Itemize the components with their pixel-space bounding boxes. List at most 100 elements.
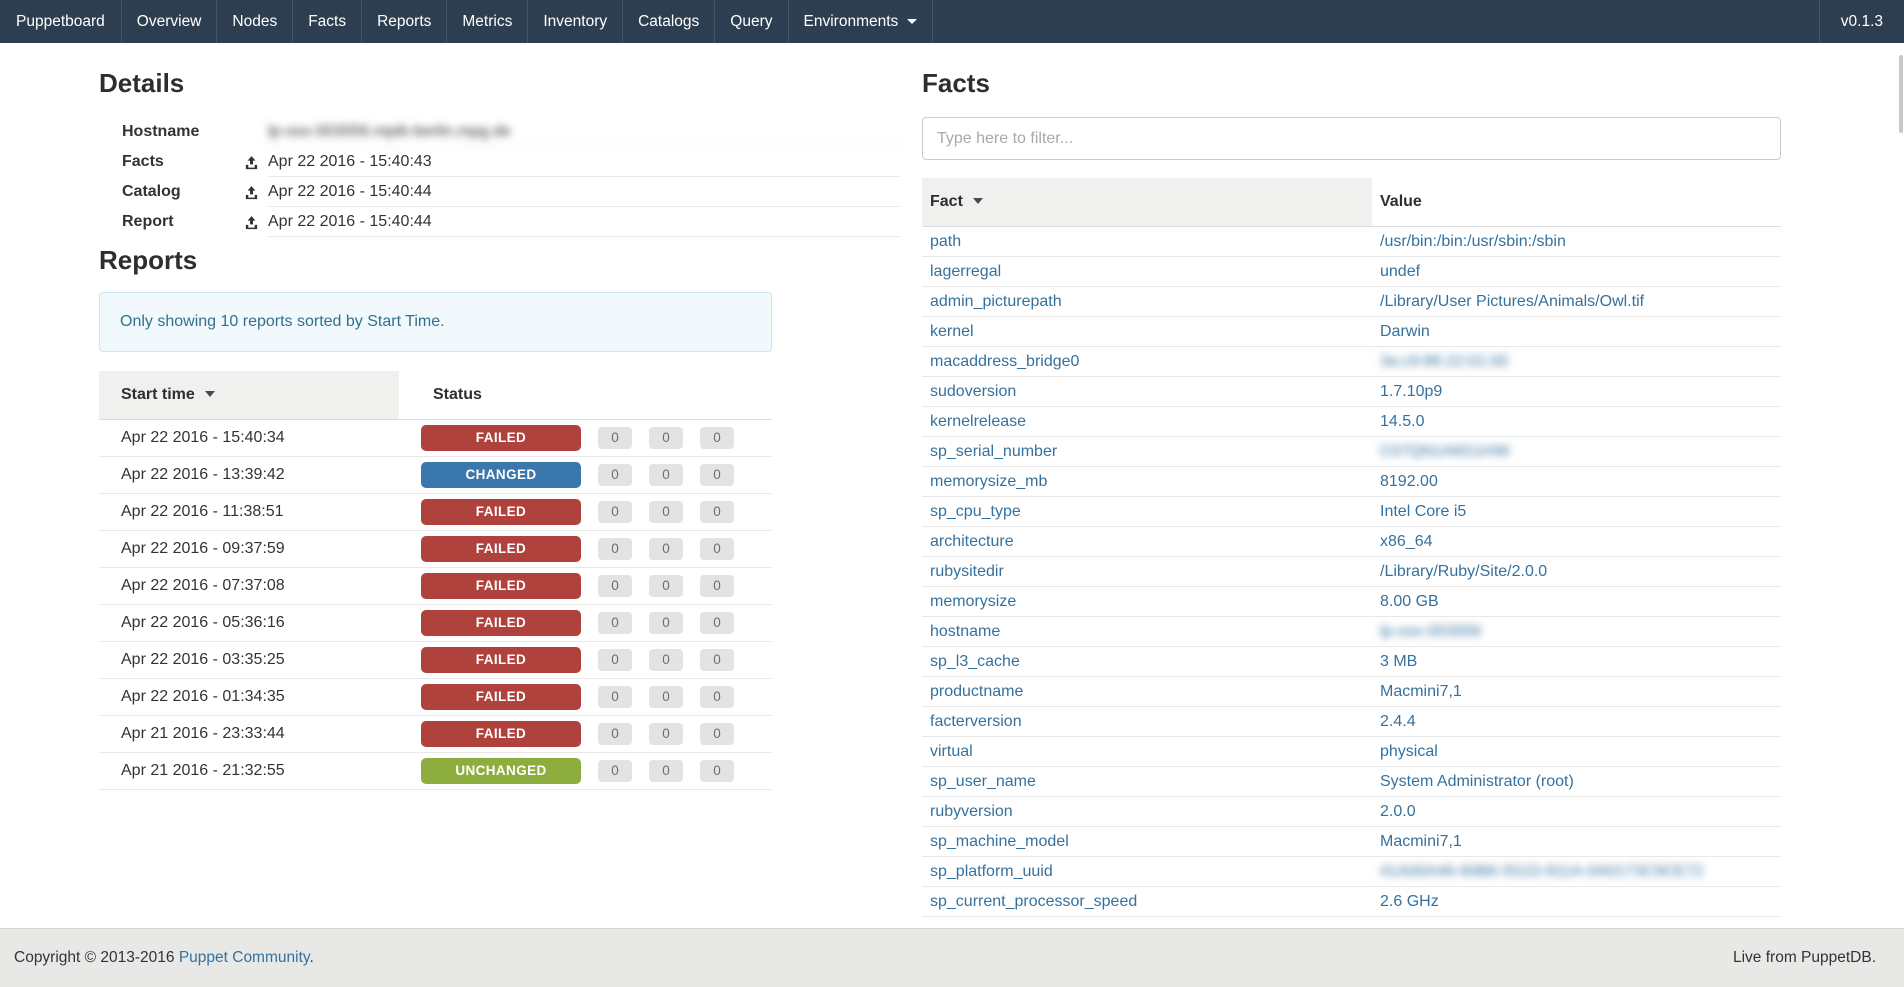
fact-name-link[interactable]: sp_cpu_type [930,503,1021,520]
nav-item-environments[interactable]: Environments [789,0,934,43]
nav-item-reports[interactable]: Reports [362,0,447,43]
nav-item-facts[interactable]: Facts [293,0,362,43]
report-count-badge: 0 [700,612,734,634]
report-start-time: Apr 22 2016 - 13:39:42 [99,457,399,494]
fact-name-link[interactable]: memorysize [930,593,1016,610]
reports-header-status: Status [399,371,772,420]
fact-name-link[interactable]: memorysize_mb [930,473,1047,490]
fact-name-link[interactable]: kernel [930,323,974,340]
reports-section: Reports Only showing 10 reports sorted b… [99,245,772,790]
fact-name-link[interactable]: rubysitedir [930,563,1004,580]
fact-row: memorysize 8.00 GB [922,587,1781,617]
copyright-text: Copyright © 2013-2016 Puppet Community. [14,949,314,967]
nav-item-inventory[interactable]: Inventory [528,0,623,43]
report-count-badge: 0 [649,649,683,671]
fact-value-link[interactable]: 1.7.10p9 [1380,383,1442,400]
reports-sort-header-start-time[interactable]: Start time [99,371,399,420]
reports-notice: Only showing 10 reports sorted by Start … [99,292,772,352]
fact-name-link[interactable]: rubyversion [930,803,1013,820]
report-row: Apr 22 2016 - 07:37:08 FAILED 0 0 0 [99,568,772,605]
fact-value-link[interactable]: physical [1380,743,1438,760]
fact-value-link[interactable]: Macmini7,1 [1380,833,1462,850]
nav-item-metrics[interactable]: Metrics [447,0,528,43]
fact-value-link[interactable]: 8.00 GB [1380,593,1439,610]
fact-value-link[interactable]: System Administrator (root) [1380,773,1574,790]
fact-value-link[interactable]: 14.5.0 [1380,413,1424,430]
fact-name-link[interactable]: path [930,233,961,250]
report-count-badge: 0 [700,723,734,745]
fact-value-link[interactable]: lp-osx-003056 [1380,623,1481,640]
fact-name-link[interactable]: virtual [930,743,973,760]
report-count-badge: 0 [700,427,734,449]
report-count-badge: 0 [700,464,734,486]
fact-value-link[interactable]: 2.4.4 [1380,713,1416,730]
fact-value-link[interactable]: Intel Core i5 [1380,503,1466,520]
fact-name-link[interactable]: sp_platform_uuid [930,863,1053,880]
fact-name-link[interactable]: kernelrelease [930,413,1026,430]
fact-name-link[interactable]: sudoversion [930,383,1016,400]
nav-item-nodes[interactable]: Nodes [217,0,293,43]
nav-item-query[interactable]: Query [715,0,788,43]
fact-value-link[interactable]: 8192.00 [1380,473,1438,490]
report-count-badge: 0 [598,464,632,486]
fact-name-link[interactable]: macaddress_bridge0 [930,353,1079,370]
fact-value-link[interactable]: 3a:c9:86:22:01:00 [1380,353,1508,370]
fact-name-link[interactable]: sp_machine_model [930,833,1069,850]
fact-name-link[interactable]: sp_user_name [930,773,1036,790]
puppet-community-link[interactable]: Puppet Community [179,949,310,966]
live-from-puppetdb-text: Live from PuppetDB. [1733,949,1876,967]
report-row: Apr 22 2016 - 03:35:25 FAILED 0 0 0 [99,642,772,679]
nav-item-label: Inventory [543,13,607,31]
fact-value-link[interactable]: 2.0.0 [1380,803,1416,820]
nav-item-overview[interactable]: Overview [122,0,218,43]
version-badge: v0.1.3 [1819,0,1904,43]
fact-name-link[interactable]: sp_serial_number [930,443,1057,460]
report-start-time: Apr 22 2016 - 05:36:16 [99,605,399,642]
facts-table: Fact Value path /usr/bin:/bin:/usr/sbin:… [922,178,1781,917]
detail-row: Report Apr 22 2016 - 15:40:44 [99,207,900,237]
fact-value-link[interactable]: Darwin [1380,323,1430,340]
fact-name-link[interactable]: sp_l3_cache [930,653,1020,670]
fact-value-link[interactable]: /Library/Ruby/Site/2.0.0 [1380,563,1547,580]
report-count-badge: 0 [700,760,734,782]
facts-sort-header-fact[interactable]: Fact [922,178,1372,227]
fact-row: sudoversion 1.7.10p9 [922,377,1781,407]
facts-filter-input[interactable] [922,117,1781,160]
fact-value-link[interactable]: C07QN1A6G1HW [1380,443,1510,460]
fact-value-link[interactable]: /Library/User Pictures/Animals/Owl.tif [1380,293,1644,310]
fact-value-link[interactable]: 41A00A46-60B6-551D-811A-0A0173C9CE72 [1380,863,1703,880]
fact-row: architecture x86_64 [922,527,1781,557]
fact-name-link[interactable]: lagerregal [930,263,1001,280]
nav-item-catalogs[interactable]: Catalogs [623,0,715,43]
page-scrollbar[interactable] [1899,55,1903,133]
fact-name-link[interactable]: sp_current_processor_speed [930,893,1137,910]
details-title: Details [99,68,900,98]
detail-value: Apr 22 2016 - 15:40:43 [268,147,900,177]
reports-title: Reports [99,245,772,275]
report-count-badge: 0 [598,538,632,560]
fact-value-link[interactable]: 2.6 GHz [1380,893,1439,910]
nav-item-label: Facts [308,13,346,31]
fact-value-link[interactable]: /usr/bin:/bin:/usr/sbin:/sbin [1380,233,1566,250]
fact-name-link[interactable]: admin_picturepath [930,293,1062,310]
report-row: Apr 22 2016 - 01:34:35 FAILED 0 0 0 [99,679,772,716]
fact-row: productname Macmini7,1 [922,677,1781,707]
fact-name-link[interactable]: architecture [930,533,1014,550]
fact-name-link[interactable]: facterversion [930,713,1022,730]
fact-value-link[interactable]: 3 MB [1380,653,1417,670]
fact-value-link[interactable]: undef [1380,263,1420,280]
detail-row: Catalog Apr 22 2016 - 15:40:44 [99,177,900,207]
fact-row: path /usr/bin:/bin:/usr/sbin:/sbin [922,227,1781,257]
fact-value-link[interactable]: x86_64 [1380,533,1433,550]
reports-table-body: Apr 22 2016 - 15:40:34 FAILED 0 0 0 Apr … [99,420,772,790]
status-header-label: Status [433,386,482,403]
report-status-badge: FAILED [421,425,581,451]
facts-title: Facts [922,68,1781,98]
nav-brand-puppetboard[interactable]: Puppetboard [0,0,122,43]
nav-item-label: Nodes [232,13,277,31]
report-status-badge: FAILED [421,610,581,636]
fact-value-link[interactable]: Macmini7,1 [1380,683,1462,700]
fact-name-link[interactable]: hostname [930,623,1000,640]
fact-name-link[interactable]: productname [930,683,1023,700]
detail-value: Apr 22 2016 - 15:40:44 [268,177,900,207]
